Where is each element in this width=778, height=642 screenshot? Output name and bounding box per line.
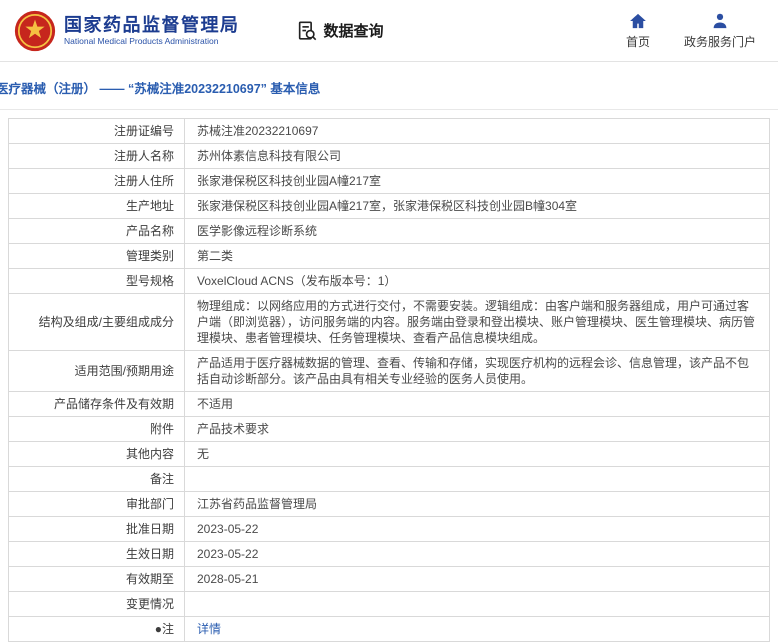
data-query-icon <box>298 20 316 40</box>
row-value: 2023-05-22 <box>184 541 770 567</box>
nav-data-query-label: 数据查询 <box>323 23 384 40</box>
table-row: 型号规格 VoxelCloud ACNS（发布版本号：1） <box>8 268 770 294</box>
home-icon <box>630 13 646 28</box>
row-value: 江苏省药品监督管理局 <box>184 491 770 517</box>
table-row: 审批部门 江苏省药品监督管理局 <box>8 491 770 517</box>
row-value: 2023-05-22 <box>184 516 770 542</box>
row-label: 注册人名称 <box>8 143 185 169</box>
row-value: 产品适用于医疗器械数据的管理、查看、传输和存储，实现医疗机构的远程会诊、信息管理… <box>184 350 770 392</box>
row-label: 产品名称 <box>8 218 185 244</box>
header-nav-right: 首页 政务服务门户 <box>626 12 764 50</box>
row-label: 结构及组成/主要组成成分 <box>8 293 185 351</box>
table-row: 注册人住所 张家港保税区科技创业园A幢217室 <box>8 168 770 194</box>
info-table-body: 注册证编号 苏械注准20232210697 注册人名称 苏州体素信息科技有限公司 注册人… <box>8 118 770 642</box>
row-value <box>184 466 770 492</box>
row-label: 备注 <box>8 466 185 492</box>
table-row: 有效期至 2028-05-21 <box>8 566 770 592</box>
nav-data-query[interactable]: 数据查询 <box>296 20 384 42</box>
breadcrumb: 医疗器械（注册） —— “苏械注准20232210697” 基本信息 <box>0 82 321 96</box>
table-row: 生效日期 2023-05-22 <box>8 541 770 567</box>
row-value: 张家港保税区科技创业园A幢217室 <box>184 168 770 194</box>
row-value: 2028-05-21 <box>184 566 770 592</box>
nav-gov-portal[interactable]: 政务服务门户 <box>684 12 756 50</box>
row-value: 产品技术要求 <box>184 416 770 442</box>
device-info-table: 注册证编号 苏械注准20232210697 注册人名称 苏州体素信息科技有限公司 注册人… <box>8 118 770 642</box>
row-value: 苏械注准20232210697 <box>184 118 770 144</box>
table-row: 结构及组成/主要组成成分 物理组成：以网络应用的方式进行交付，不需要安装。逻辑组成… <box>8 293 770 351</box>
breadcrumb-bar: 医疗器械（注册） —— “苏械注准20232210697” 基本信息 <box>0 62 778 110</box>
agency-name-en: National Medical Products Administration <box>64 36 219 47</box>
row-label: 产品储存条件及有效期 <box>8 391 185 417</box>
portal-person-icon <box>713 13 727 28</box>
table-row: 生产地址 张家港保税区科技创业园A幢217室，张家港保税区科技创业园B幢304室 <box>8 193 770 219</box>
table-row: 批准日期 2023-05-22 <box>8 516 770 542</box>
row-value: 第二类 <box>184 243 770 269</box>
row-value: 医学影像远程诊断系统 <box>184 218 770 244</box>
header: 国家药品监督管理局 National Medical Products Admi… <box>0 0 778 62</box>
row-label: 生产地址 <box>8 193 185 219</box>
page: 国家药品监督管理局 National Medical Products Admi… <box>0 0 778 642</box>
row-value: 苏州体素信息科技有限公司 <box>184 143 770 169</box>
row-label: 型号规格 <box>8 268 185 294</box>
row-label: 注册证编号 <box>8 118 185 144</box>
row-value: VoxelCloud ACNS（发布版本号：1） <box>184 268 770 294</box>
table-row: 产品储存条件及有效期 不适用 <box>8 391 770 417</box>
row-value: 无 <box>184 441 770 467</box>
row-value: 详情 <box>184 616 770 642</box>
table-row: 附件 产品技术要求 <box>8 416 770 442</box>
row-label: 适用范围/预期用途 <box>8 350 185 392</box>
row-label: 注册人住所 <box>8 168 185 194</box>
row-value: 不适用 <box>184 391 770 417</box>
table-row: 注册人名称 苏州体素信息科技有限公司 <box>8 143 770 169</box>
nav-home-label: 首页 <box>625 34 650 49</box>
table-row: 其他内容无 <box>8 441 770 467</box>
table-row: 适用范围/预期用途 产品适用于医疗器械数据的管理、查看、传输和存储，实现医疗机构的… <box>8 350 770 392</box>
row-label: 批准日期 <box>8 516 185 542</box>
table-row: 注册证编号 苏械注准20232210697 <box>8 118 770 144</box>
table-row: 管理类别 第二类 <box>8 243 770 269</box>
row-label: 生效日期 <box>8 541 185 567</box>
row-label: 管理类别 <box>8 243 185 269</box>
row-value: 物理组成：以网络应用的方式进行交付，不需要安装。逻辑组成：由客户端和服务器组成，… <box>184 293 770 351</box>
table-row: 产品名称 医学影像远程诊断系统 <box>8 218 770 244</box>
row-value <box>184 591 770 617</box>
row-label: 其他内容 <box>8 441 185 467</box>
agency-name-cn: 国家药品监督管理局 <box>64 14 240 35</box>
nav-home[interactable]: 首页 <box>626 12 650 50</box>
national-emblem-icon <box>14 10 56 52</box>
row-label: 附件 <box>8 416 185 442</box>
row-label: ●注 <box>8 616 185 642</box>
table-row: ●注 详情 <box>8 616 770 642</box>
row-label: 变更情况 <box>8 591 185 617</box>
row-value: 张家港保税区科技创业园A幢217室，张家港保税区科技创业园B幢304室 <box>184 193 770 219</box>
table-row: 备注 <box>8 466 770 492</box>
row-label: 审批部门 <box>8 491 185 517</box>
agency-logo[interactable]: 国家药品监督管理局 National Medical Products Admi… <box>14 10 240 52</box>
row-label: 有效期至 <box>8 566 185 592</box>
nav-gov-portal-label: 政务服务门户 <box>683 34 756 49</box>
detail-link[interactable]: 详情 <box>197 622 221 636</box>
table-row: 变更情况 <box>8 591 770 617</box>
